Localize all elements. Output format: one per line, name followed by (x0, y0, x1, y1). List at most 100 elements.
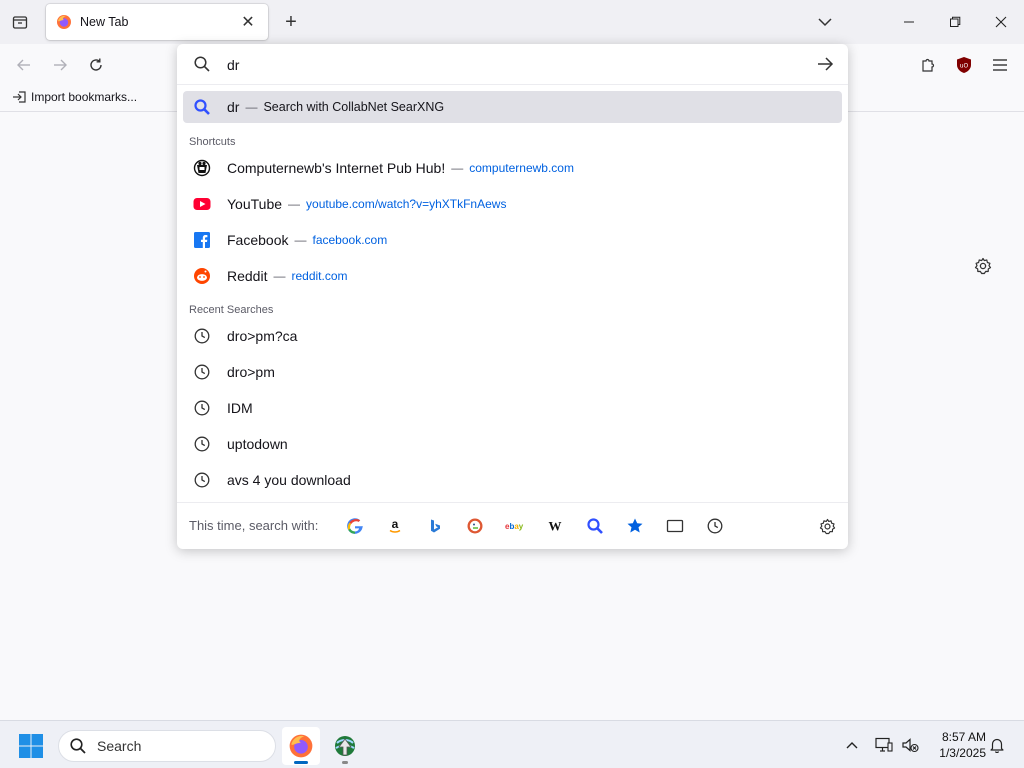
gear-icon (819, 518, 835, 534)
ebay-search-button[interactable]: ebay (504, 515, 526, 537)
searxng-search-button[interactable] (584, 515, 606, 537)
searxng-icon (193, 98, 211, 116)
tab-new-tab[interactable]: New Tab ✕ (46, 4, 268, 40)
amazon-icon: a (389, 518, 401, 533)
search-tabs-button[interactable] (664, 515, 686, 537)
shortcut-url: facebook.com (312, 233, 388, 247)
bell-icon (990, 738, 1004, 753)
volume-button[interactable] (898, 733, 922, 757)
running-app-indicator (342, 761, 348, 764)
reload-button[interactable] (82, 51, 110, 79)
firefox-view-button[interactable] (6, 8, 34, 36)
taskbar-firefox-button[interactable] (282, 727, 320, 765)
one-off-label: This time, search with: (189, 518, 319, 533)
shortcut-row[interactable]: Facebook — facebook.com (183, 224, 842, 256)
taskbar-idm-button[interactable] (326, 727, 364, 765)
youtube-icon (193, 195, 211, 213)
clock-icon (193, 327, 211, 345)
search-history-button[interactable] (704, 515, 726, 537)
app-menu-button[interactable] (986, 51, 1014, 79)
show-hidden-icons-button[interactable] (840, 733, 864, 757)
recent-search-row[interactable]: dro>pm?ca (183, 320, 842, 352)
shortcut-row[interactable]: YouTube — youtube.com/watch?v=yhXTkFnAew… (183, 188, 842, 220)
bing-icon (431, 519, 440, 533)
import-icon (13, 91, 26, 103)
taskbar-search-box[interactable]: Search (58, 730, 276, 762)
svg-text:ebay: ebay (505, 522, 524, 531)
shortcut-separator: — (288, 197, 301, 211)
go-arrow-icon[interactable] (815, 54, 835, 74)
clock-icon (193, 435, 211, 453)
search-settings-button[interactable] (816, 515, 838, 537)
puzzle-icon (922, 58, 935, 72)
star-icon (627, 518, 643, 533)
tab-icon (666, 519, 684, 533)
google-search-button[interactable] (344, 515, 366, 537)
reload-icon (90, 58, 102, 71)
shortcut-url: computernewb.com (469, 161, 574, 175)
reddit-icon (193, 267, 211, 285)
speaker-muted-icon (902, 738, 919, 753)
notifications-button[interactable] (985, 733, 1009, 757)
recent-search-title: dro>pm?ca (227, 328, 298, 344)
minimize-button[interactable] (886, 0, 932, 44)
hamburger-menu-icon (993, 59, 1007, 71)
restore-button[interactable] (932, 0, 978, 44)
back-button[interactable] (10, 51, 38, 79)
recent-search-row[interactable]: dro>pm (183, 356, 842, 388)
recent-search-row[interactable]: uptodown (183, 428, 842, 460)
bing-search-button[interactable] (424, 515, 446, 537)
search-suggestion-row[interactable]: dr — Search with CollabNet SearXNG (183, 91, 842, 123)
clock-icon (193, 399, 211, 417)
wikipedia-search-button[interactable]: W (544, 515, 566, 537)
personalize-new-tab-button[interactable] (970, 253, 996, 279)
taskbar-clock[interactable]: 8:57 AM 1/3/2025 (928, 729, 986, 761)
shortcut-url: reddit.com (291, 269, 348, 283)
recent-search-row[interactable]: IDM (183, 392, 842, 424)
shortcut-row[interactable]: Computernewb's Internet Pub Hub! — compu… (183, 152, 842, 184)
clock-icon (193, 471, 211, 489)
ebay-icon: ebay (505, 522, 524, 531)
shortcut-title: Reddit (227, 268, 268, 284)
ublock-origin-button[interactable]: uO (950, 51, 978, 79)
shortcut-title: Facebook (227, 232, 289, 248)
suggestion-query: dr (227, 99, 240, 115)
start-button[interactable] (18, 733, 44, 759)
google-icon (347, 518, 363, 534)
clock-date: 1/3/2025 (939, 746, 986, 760)
duckduckgo-icon (467, 518, 483, 534)
facebook-icon (193, 231, 211, 249)
shortcut-separator: — (273, 269, 286, 283)
shortcut-row[interactable]: Reddit — reddit.com (183, 260, 842, 292)
shortcut-url: youtube.com/watch?v=yhXTkFnAews (306, 197, 507, 211)
tab-close-button[interactable]: ✕ (238, 12, 258, 32)
amazon-search-button[interactable]: a (384, 515, 406, 537)
network-button[interactable] (872, 733, 896, 757)
close-window-button[interactable] (978, 0, 1024, 44)
svg-text:uO: uO (960, 63, 969, 70)
search-bookmarks-button[interactable] (624, 515, 646, 537)
suggestion-action: Search with CollabNet SearXNG (263, 100, 445, 114)
clock-time: 8:57 AM (941, 730, 986, 744)
shortcut-separator: — (294, 233, 307, 247)
search-icon (194, 56, 210, 72)
urlbar-input[interactable] (227, 54, 787, 76)
suggestion-separator: — (245, 100, 258, 114)
shortcuts-group-label: Shortcuts (189, 136, 236, 148)
list-all-tabs-button[interactable] (812, 10, 838, 34)
recent-search-row[interactable]: avs 4 you download (183, 464, 842, 496)
clock-icon (193, 363, 211, 381)
extensions-button[interactable] (914, 51, 942, 79)
forward-button[interactable] (46, 51, 74, 79)
firefox-icon (57, 15, 71, 29)
import-bookmarks-label: Import bookmarks... (31, 90, 138, 104)
duckduckgo-search-button[interactable] (464, 515, 486, 537)
pub-hub-icon (193, 159, 211, 177)
svg-text:a: a (392, 518, 399, 531)
one-off-search-buttons: This time, search with: a ebay W (177, 502, 848, 549)
import-bookmarks-button[interactable]: Import bookmarks... (12, 90, 137, 104)
tab-strip: New Tab ✕ + (0, 0, 1024, 44)
ublock-shield-icon: uO (957, 57, 971, 73)
urlbar (177, 44, 848, 85)
new-tab-button[interactable]: + (278, 9, 304, 35)
